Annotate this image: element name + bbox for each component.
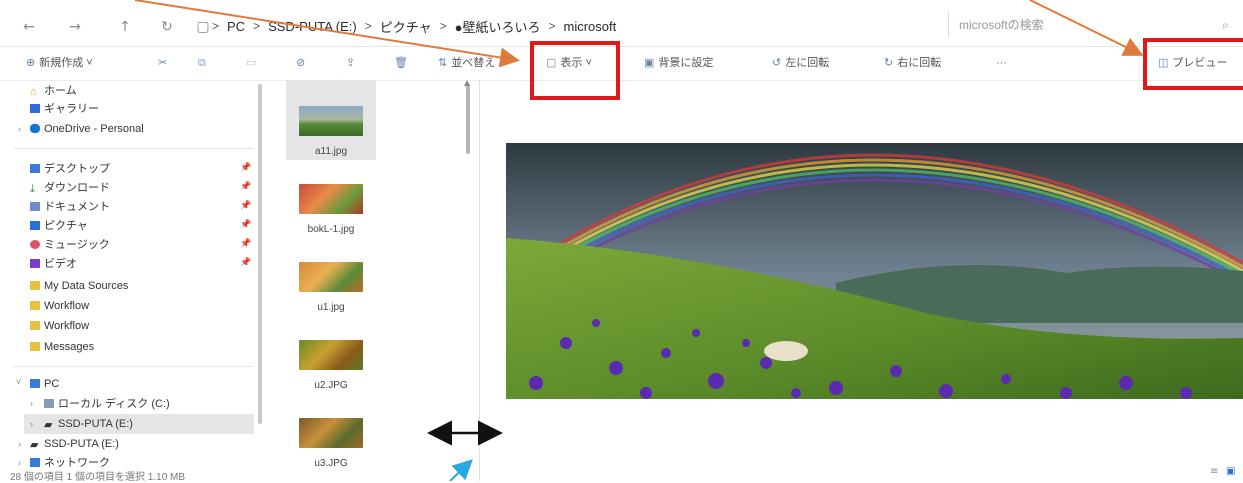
blue-arrow xyxy=(449,459,473,481)
orange-arrow xyxy=(134,0,520,68)
tiles-view-icon[interactable]: ▣ xyxy=(1226,466,1235,477)
orange-arrow xyxy=(1029,0,1144,56)
annotation-arrows xyxy=(134,0,1144,481)
details-view-icon[interactable]: ≡ xyxy=(1210,466,1218,477)
